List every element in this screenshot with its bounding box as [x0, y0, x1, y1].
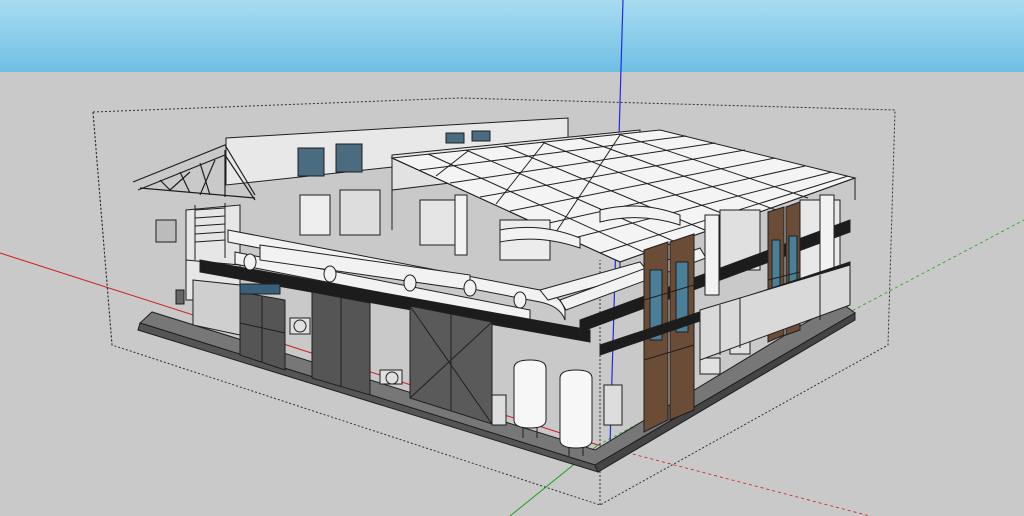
glass-strip-3 [771, 239, 781, 291]
sketchup-3d-viewport[interactable] [0, 0, 1024, 516]
clerestory-window-3 [445, 132, 465, 144]
window-left [155, 219, 177, 243]
clerestory-window-1 [297, 147, 325, 177]
glass-strip-4 [788, 235, 798, 287]
3d-model-scene[interactable] [0, 0, 1024, 516]
panel-blue-accent [239, 283, 281, 295]
clerestory-window-2 [335, 143, 363, 173]
sky [0, 0, 1024, 72]
clerestory-window-4 [471, 130, 491, 142]
